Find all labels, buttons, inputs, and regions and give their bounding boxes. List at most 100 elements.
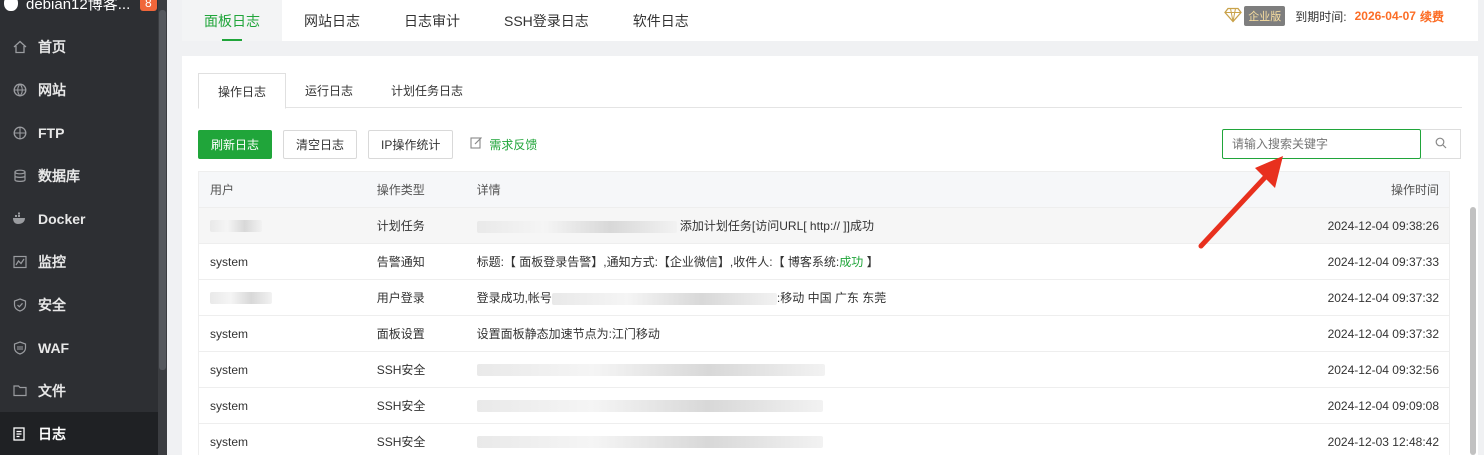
sidebar-item-ftp[interactable]: FTP — [0, 111, 158, 154]
clear-logs-button[interactable]: 清空日志 — [283, 129, 358, 159]
globe-icon — [12, 82, 27, 97]
redacted-text — [210, 292, 272, 305]
tab-cron-log[interactable]: 计划任务日志 — [372, 73, 482, 108]
sidebar-item-database[interactable]: 数据库 — [0, 154, 158, 197]
tab-website-logs[interactable]: 网站日志 — [282, 0, 382, 41]
edition-badge: 企业版 — [1244, 6, 1286, 26]
shield-icon — [12, 340, 27, 355]
sidebar-item-label: Docker — [38, 210, 86, 227]
tab-log-audit[interactable]: 日志审计 — [382, 0, 482, 41]
table-row[interactable]: system 告警通知 标题:【 面板登录告警】,通知方式:【企业微信】,收件人… — [198, 244, 1450, 280]
cell-detail — [476, 399, 1306, 413]
cell-type: SSH安全 — [376, 363, 426, 377]
cell-detail — [476, 363, 1306, 377]
cell-user — [199, 291, 377, 305]
table-row[interactable]: system SSH安全 2024-12-04 09:09:08 — [198, 388, 1450, 424]
table-row[interactable]: 计划任务 添加计划任务[访问URL[ http:// ]]成功 2024-12-… — [198, 208, 1450, 244]
search-button[interactable] — [1421, 129, 1461, 159]
table-row[interactable]: system SSH安全 2024-12-03 12:48:42 — [198, 424, 1450, 455]
sidebar-item-monitor[interactable]: 监控 — [0, 240, 158, 283]
license-expiry: 企业版 到期时间: 2026-04-07 续费 — [1224, 6, 1444, 26]
main-panel: 操作日志 运行日志 计划任务日志 刷新日志 清空日志 IP操作统计 需求反馈 用… — [182, 56, 1478, 455]
table-row[interactable]: system 面板设置 设置面板静态加速节点为:江门移动 2024-12-04 … — [198, 316, 1450, 352]
sidebar-item-files[interactable]: 文件 — [0, 369, 158, 412]
server-logo-icon — [4, 0, 18, 11]
col-user: 用户 — [210, 183, 235, 197]
page-scrollbar[interactable] — [1470, 207, 1476, 455]
col-time[interactable]: 操作时间 — [1305, 181, 1449, 198]
log-icon — [12, 426, 27, 441]
tab-runtime-log[interactable]: 运行日志 — [286, 73, 372, 108]
sidebar-item-docker[interactable]: Docker — [0, 197, 158, 240]
sidebar-item-label: 日志 — [38, 425, 66, 442]
cell-time: 2024-12-03 12:48:42 — [1327, 434, 1440, 449]
cell-user — [199, 219, 377, 233]
cell-type: 告警通知 — [376, 255, 425, 269]
home-icon — [12, 39, 27, 54]
tab-panel-logs[interactable]: 面板日志 — [182, 0, 282, 41]
tab-operation-log[interactable]: 操作日志 — [198, 73, 287, 109]
sidebar-item-label: 文件 — [38, 382, 66, 399]
edit-icon — [470, 136, 483, 152]
sidebar: debian12博客... 8 首页 网站 FTP 数据库 Docker 监控 — [0, 0, 167, 455]
sidebar-scrollbar[interactable] — [158, 0, 167, 455]
table-row[interactable]: 用户登录 登录成功,帐号:移动 中国 广东 东莞 2024-12-04 09:3… — [198, 280, 1450, 316]
sidebar-item-label: FTP — [38, 124, 65, 141]
cell-detail: 添加计划任务[访问URL[ http:// ]]成功 — [476, 217, 1306, 234]
sidebar-item-label: 首页 — [38, 38, 66, 55]
operation-log-table: 用户 操作类型 详情 操作时间 计划任务 添加计划任务[访问URL[ http:… — [198, 171, 1450, 455]
cell-user: system — [210, 326, 249, 341]
cell-detail — [476, 435, 1306, 449]
ip-stats-button[interactable]: IP操作统计 — [368, 129, 454, 159]
search-input[interactable] — [1222, 129, 1421, 159]
cell-type: 面板设置 — [376, 327, 425, 341]
sidebar-item-waf[interactable]: WAF — [0, 326, 158, 369]
database-icon — [12, 168, 27, 183]
redacted-text — [476, 400, 823, 413]
detail-text: 添加计划任务[访问URL[ http:// ]]成功 — [679, 219, 874, 233]
sidebar-item-label: 监控 — [38, 253, 66, 270]
detail-text: :移动 中国 广东 东莞 — [776, 291, 887, 305]
brand[interactable]: debian12博客... 8 — [0, 0, 158, 20]
feedback-link[interactable]: 需求反馈 — [470, 136, 537, 153]
redacted-text — [210, 220, 262, 233]
table-row[interactable]: system SSH安全 2024-12-04 09:32:56 — [198, 352, 1450, 388]
detail-text: 登录成功,帐号 — [476, 291, 552, 305]
cell-detail: 标题:【 面板登录告警】,通知方式:【企业微信】,收件人:【 博客系统:成功 】 — [477, 253, 1306, 270]
cell-time: 2024-12-04 09:38:26 — [1327, 218, 1440, 233]
table-header: 用户 操作类型 详情 操作时间 — [198, 171, 1450, 208]
cell-time: 2024-12-04 09:32:56 — [1327, 362, 1440, 377]
cell-user: system — [210, 434, 249, 449]
shield-icon — [12, 297, 27, 312]
cell-type: SSH安全 — [376, 435, 426, 449]
sidebar-item-security[interactable]: 安全 — [0, 283, 158, 326]
log-subtabs: 操作日志 运行日志 计划任务日志 — [198, 73, 1462, 109]
search-box — [1222, 129, 1461, 159]
cell-time: 2024-12-04 09:37:32 — [1327, 326, 1440, 341]
docker-icon — [12, 211, 27, 226]
renew-link[interactable]: 续费 — [1420, 8, 1444, 25]
cell-user: system — [210, 398, 249, 413]
sidebar-item-label: 数据库 — [38, 167, 80, 184]
cell-type: SSH安全 — [376, 399, 426, 413]
tab-ssh-login-logs[interactable]: SSH登录日志 — [482, 0, 611, 41]
sidebar-item-website[interactable]: 网站 — [0, 68, 158, 111]
sidebar-item-home[interactable]: 首页 — [0, 25, 158, 68]
globe-icon — [12, 125, 27, 140]
redacted-text — [476, 220, 677, 233]
monitor-icon — [12, 254, 27, 269]
refresh-logs-button[interactable]: 刷新日志 — [198, 129, 273, 159]
cell-type: 计划任务 — [376, 219, 425, 233]
folder-icon — [12, 383, 27, 398]
sidebar-nav: 首页 网站 FTP 数据库 Docker 监控 安全 WAF 文件 日志 — [0, 25, 158, 455]
log-type-tabs-bar: 面板日志 网站日志 日志审计 SSH登录日志 软件日志 企业版 到期时间: 20… — [182, 0, 1478, 41]
cell-detail: 设置面板静态加速节点为:江门移动 — [476, 327, 660, 341]
scrollbar-thumb[interactable] — [159, 10, 166, 370]
notification-badge[interactable]: 8 — [140, 0, 157, 11]
tab-software-logs[interactable]: 软件日志 — [611, 0, 711, 41]
redacted-text — [476, 364, 825, 377]
cell-type: 用户登录 — [376, 291, 425, 305]
sidebar-item-logs[interactable]: 日志 — [0, 412, 158, 455]
feedback-label: 需求反馈 — [489, 137, 538, 152]
expiry-date: 2026-04-07 — [1354, 9, 1416, 23]
